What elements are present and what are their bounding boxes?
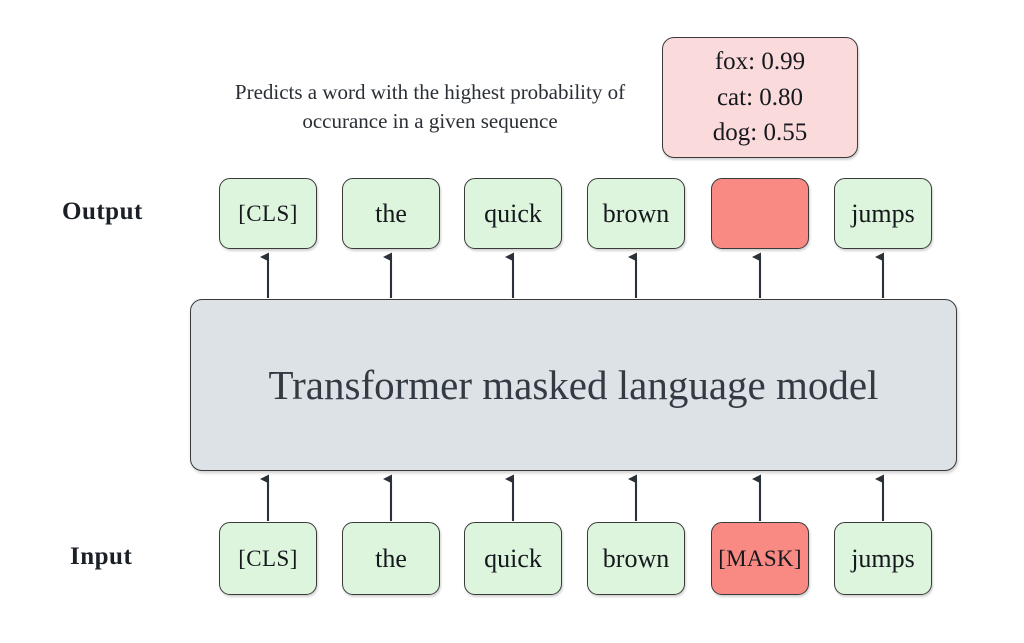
- input-token-0: [CLS]: [219, 522, 317, 595]
- transformer-model-block: Transformer masked language model: [190, 299, 957, 471]
- input-token-4-mask: [MASK]: [711, 522, 809, 595]
- output-token-0: [CLS]: [219, 178, 317, 249]
- input-token-3: brown: [587, 522, 685, 595]
- input-token-1: the: [342, 522, 440, 595]
- output-token-3: brown: [587, 178, 685, 249]
- transformer-model-title: Transformer masked language model: [268, 362, 879, 408]
- output-token-5: jumps: [834, 178, 932, 249]
- prediction-probability-box: fox: 0.99 cat: 0.80 dog: 0.55: [662, 37, 858, 158]
- output-token-2: quick: [464, 178, 562, 249]
- output-token-1: the: [342, 178, 440, 249]
- input-token-5: jumps: [834, 522, 932, 595]
- caption-text: Predicts a word with the highest probabi…: [234, 80, 626, 134]
- output-row-label: Output: [62, 198, 143, 225]
- prediction-line: fox: 0.99: [714, 48, 806, 76]
- prediction-line: dog: 0.55: [712, 119, 808, 147]
- prediction-line: cat: 0.80: [716, 83, 804, 111]
- input-row-label: Input: [70, 543, 133, 570]
- output-token-4-predicted: [711, 178, 809, 249]
- input-token-2: quick: [464, 522, 562, 595]
- diagram-canvas: Output Input Predicts a word with the hi…: [0, 0, 1024, 643]
